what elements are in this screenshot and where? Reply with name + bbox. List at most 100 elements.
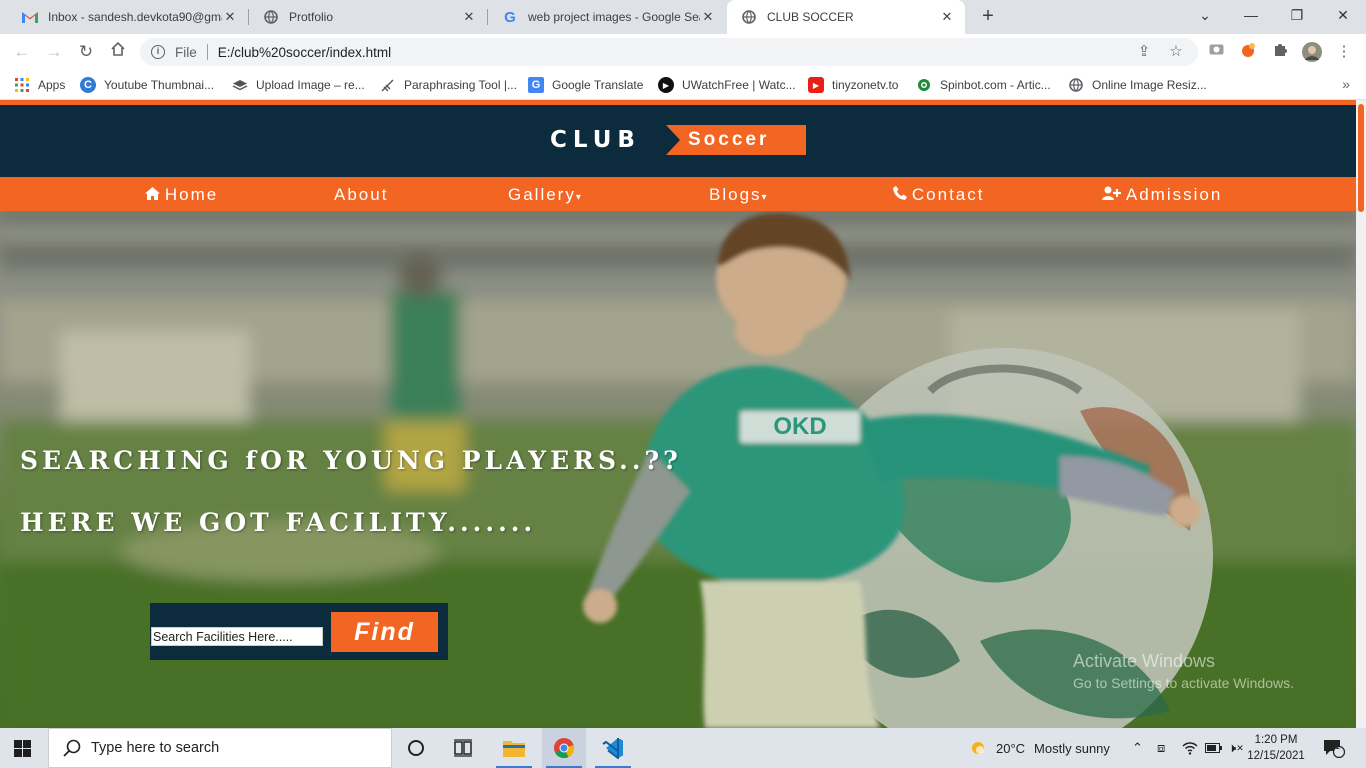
close-icon[interactable]: ✕ bbox=[700, 9, 716, 25]
camera-icon[interactable] bbox=[1206, 42, 1226, 59]
meet-now-icon[interactable]: ⧈ bbox=[1157, 728, 1165, 768]
bookmark-upload-image[interactable]: Upload Image – re... bbox=[232, 76, 365, 94]
profile-avatar[interactable] bbox=[1302, 42, 1322, 66]
home-icon[interactable] bbox=[106, 40, 130, 64]
close-icon[interactable]: ✕ bbox=[939, 9, 955, 25]
task-view-icon[interactable] bbox=[441, 728, 485, 768]
hero-headline-2: HERE WE GOT FACILITY....... bbox=[20, 508, 537, 537]
bookmark-image-resizer[interactable]: Online Image Resiz... bbox=[1068, 76, 1207, 94]
bookmark-paraphrasing-tool[interactable]: Paraphrasing Tool |... bbox=[380, 76, 517, 94]
taskbar-search-box[interactable]: Type here to search bbox=[48, 728, 392, 768]
taskbar-search-placeholder: Type here to search bbox=[91, 740, 220, 756]
tray-chevron-up-icon[interactable]: ⌃ bbox=[1132, 728, 1143, 768]
tab-title: web project images - Google Sea bbox=[528, 10, 700, 24]
bookmarks-more-icon[interactable]: » bbox=[1342, 76, 1350, 92]
weather-widget[interactable]: 20°C Mostly sunny bbox=[968, 728, 1110, 768]
globe-icon bbox=[263, 9, 279, 25]
url-text: E:/club%20soccer/index.html bbox=[217, 44, 392, 60]
nav-label: Contact bbox=[911, 185, 985, 204]
spinbot-icon bbox=[916, 77, 932, 93]
close-window-button[interactable]: ✕ bbox=[1320, 0, 1366, 30]
user-plus-icon bbox=[1102, 186, 1125, 203]
vscode-icon[interactable] bbox=[591, 728, 635, 768]
weather-condition: Mostly sunny bbox=[1034, 740, 1110, 756]
site-logo[interactable]: CLUB Soccer bbox=[548, 125, 806, 155]
nav-admission[interactable]: Admission bbox=[1102, 177, 1222, 211]
extension-colorful-icon[interactable] bbox=[1238, 42, 1258, 62]
weather-sun-icon bbox=[968, 738, 988, 758]
divider bbox=[206, 44, 208, 60]
windows-taskbar: Type here to search 20°C Mostly sunny ⌃ … bbox=[0, 728, 1366, 768]
battery-icon[interactable] bbox=[1205, 728, 1222, 768]
address-bar[interactable]: i File E:/club%20soccer/index.html bbox=[140, 38, 1198, 66]
windows-start-icon[interactable] bbox=[14, 740, 31, 757]
star-icon[interactable]: ☆ bbox=[1166, 42, 1186, 60]
facility-search-box: Find bbox=[150, 603, 448, 660]
nav-about[interactable]: About bbox=[334, 177, 388, 211]
main-navigation: Home About Gallery▾ Blogs▾ Contact Admis… bbox=[0, 177, 1356, 211]
watermark-subtitle: Go to Settings to activate Windows. bbox=[1073, 675, 1294, 691]
weather-temp: 20°C bbox=[996, 740, 1026, 756]
facility-search-input[interactable] bbox=[151, 627, 323, 646]
tab-gmail[interactable]: Inbox - sandesh.devkota90@gma ✕ bbox=[8, 0, 248, 34]
hero-headline-1: SEARCHING fOR YOUNG PLAYERS..?? bbox=[20, 446, 682, 475]
play-circle-icon: ▶ bbox=[658, 77, 674, 93]
bookmark-youtube-thumbnail[interactable]: C Youtube Thumbnai... bbox=[80, 76, 214, 94]
bookmark-label: Paraphrasing Tool |... bbox=[404, 78, 517, 92]
nav-contact[interactable]: Contact bbox=[893, 177, 984, 211]
tab-protfolio[interactable]: Protfolio ✕ bbox=[249, 0, 487, 34]
new-tab-button[interactable]: + bbox=[978, 5, 998, 27]
bookmark-label: UWatchFree | Watc... bbox=[682, 78, 796, 92]
bookmark-google-translate[interactable]: G Google Translate bbox=[528, 76, 643, 94]
bookmark-spinbot[interactable]: Spinbot.com - Artic... bbox=[916, 76, 1051, 94]
page-scrollbar-thumb[interactable] bbox=[1358, 104, 1364, 212]
nav-label: Blogs bbox=[709, 185, 762, 204]
logo-club-text: CLUB bbox=[550, 127, 641, 153]
nav-label: Admission bbox=[1125, 185, 1223, 204]
caret-down-icon: ▾ bbox=[575, 192, 581, 203]
globe-icon bbox=[741, 9, 757, 25]
bookmark-uwatchfree[interactable]: ▶ UWatchFree | Watc... bbox=[658, 76, 796, 94]
chrome-icon[interactable] bbox=[542, 728, 586, 768]
back-arrow-icon[interactable]: ← bbox=[10, 40, 34, 64]
layers-icon bbox=[232, 77, 248, 93]
bookmark-apps[interactable]: Apps bbox=[14, 76, 65, 94]
tab-title: Protfolio bbox=[289, 10, 334, 24]
menu-dots-icon[interactable]: ⋮ bbox=[1334, 42, 1354, 60]
close-icon[interactable]: ✕ bbox=[461, 9, 477, 25]
restore-button[interactable]: ❐ bbox=[1274, 0, 1320, 30]
minimize-button[interactable]: — bbox=[1228, 0, 1274, 30]
bookmark-label: Youtube Thumbnai... bbox=[104, 78, 215, 92]
file-explorer-icon[interactable] bbox=[492, 728, 536, 768]
forward-arrow-icon[interactable]: → bbox=[42, 40, 66, 64]
tab-search-chevron-icon[interactable]: ⌄ bbox=[1182, 0, 1228, 30]
close-icon[interactable]: ✕ bbox=[222, 9, 238, 25]
scheme-label: File bbox=[175, 44, 197, 60]
volume-muted-icon[interactable]: 🕨 ✕ bbox=[1228, 728, 1244, 768]
tab-club-soccer[interactable]: CLUB SOCCER ✕ bbox=[727, 0, 965, 34]
bookmark-tinyzonetv[interactable]: ▶ tinyzonetv.to bbox=[808, 76, 898, 94]
site-header: CLUB Soccer bbox=[0, 105, 1356, 177]
find-button[interactable]: Find bbox=[331, 612, 438, 652]
info-icon[interactable]: i bbox=[151, 45, 165, 59]
tab-google-images[interactable]: G web project images - Google Sea ✕ bbox=[488, 0, 726, 34]
notification-center-icon[interactable]: 1 bbox=[1323, 728, 1345, 768]
cortana-icon[interactable] bbox=[394, 728, 438, 768]
tab-title: Inbox - sandesh.devkota90@gma bbox=[48, 10, 222, 24]
wifi-icon[interactable] bbox=[1182, 728, 1198, 768]
bookmark-label: tinyzonetv.to bbox=[832, 78, 899, 92]
nav-gallery[interactable]: Gallery▾ bbox=[508, 177, 581, 211]
taskbar-clock[interactable]: 1:20 PM 12/15/2021 bbox=[1244, 732, 1308, 764]
logo-soccer-text: Soccer bbox=[666, 125, 806, 155]
clock-date: 12/15/2021 bbox=[1247, 750, 1305, 762]
nav-blogs[interactable]: Blogs▾ bbox=[709, 177, 767, 211]
browser-toolbar: ← → ↻ i File E:/club%20soccer/index.html… bbox=[0, 34, 1366, 70]
nav-home[interactable]: Home bbox=[145, 177, 218, 211]
reload-icon[interactable]: ↻ bbox=[74, 40, 98, 64]
caret-down-icon: ▾ bbox=[761, 192, 767, 203]
bookmarks-bar: Apps C Youtube Thumbnai... Upload Image … bbox=[0, 70, 1366, 100]
extensions-puzzle-icon[interactable] bbox=[1270, 42, 1290, 61]
youtube-play-icon: ▶ bbox=[808, 77, 824, 93]
share-icon[interactable]: ⇪ bbox=[1134, 42, 1154, 60]
nav-label: About bbox=[334, 185, 389, 204]
